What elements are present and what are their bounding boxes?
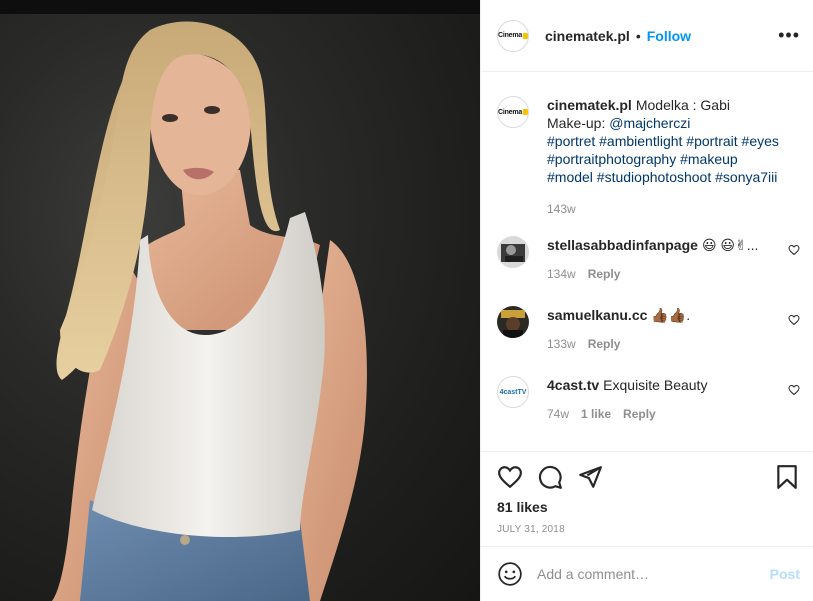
avatar[interactable]: [497, 306, 529, 338]
comment-body: 😃 😃✌...: [701, 237, 759, 253]
comment-text: 4cast.tv Exquisite Beauty: [547, 376, 767, 394]
caption-meta: 143w: [547, 202, 797, 216]
hashtag-line[interactable]: #model #studiophotoshoot #sonya7iii: [547, 169, 777, 185]
comment-meta: 74w 1 like Reply: [547, 407, 767, 421]
comments-list[interactable]: Cinema cinematek.pl Modelka : Gabi Make-u…: [481, 72, 813, 451]
comment-timestamp[interactable]: 74w: [547, 407, 569, 421]
caption-line: Make-up:: [547, 115, 610, 131]
comment-username[interactable]: stellasabbadinfanpage: [547, 237, 698, 253]
cinematek-logo-text: Cinema: [498, 108, 523, 116]
add-comment-bar: Post: [481, 546, 813, 601]
caption-text: cinematek.pl Modelka : Gabi Make-up: @maj…: [547, 96, 797, 186]
model-portrait-illustration: [52, 21, 367, 601]
avatar-image: [497, 306, 529, 338]
post-comment-button[interactable]: Post: [770, 566, 800, 582]
reply-button[interactable]: Reply: [623, 407, 656, 421]
emoji-icon[interactable]: [497, 561, 523, 587]
comment-item: 4castTV 4cast.tv Exquisite Beauty 74w 1 l…: [497, 376, 802, 421]
comment-timestamp[interactable]: 133w: [547, 337, 576, 351]
comment-text: stellasabbadinfanpage 😃 😃✌...: [547, 236, 767, 254]
comment-username[interactable]: 4cast.tv: [547, 377, 599, 393]
comment-text: samuelkanu.cc 👍🏾👍🏾.: [547, 306, 767, 324]
likes-count[interactable]: 81 likes: [497, 499, 548, 515]
bookmark-icon[interactable]: [774, 464, 800, 490]
post-photo[interactable]: [0, 0, 480, 601]
comment-body: Exquisite Beauty: [603, 377, 708, 393]
heart-icon[interactable]: [497, 464, 523, 490]
header-separator: •: [635, 27, 641, 44]
post-author-username[interactable]: cinematek.pl: [545, 28, 630, 44]
caption: Cinema cinematek.pl Modelka : Gabi Make-u…: [497, 96, 802, 216]
cinematek-avatar[interactable]: Cinema: [497, 19, 529, 52]
cinematek-avatar[interactable]: Cinema: [497, 96, 529, 128]
caption-line: Modelka : Gabi: [635, 97, 730, 113]
post-header: Cinema cinematek.pl • Follow •••: [481, 0, 813, 72]
reply-button[interactable]: Reply: [588, 267, 621, 281]
hashtag-line[interactable]: #portraitphotography #makeup: [547, 151, 738, 167]
comment-likes-count[interactable]: 1 like: [581, 407, 611, 421]
caption-username[interactable]: cinematek.pl: [547, 97, 632, 113]
share-icon[interactable]: [577, 464, 603, 490]
avatar-image: [497, 236, 529, 268]
comment-meta: 134w Reply: [547, 267, 767, 281]
comment-meta: 133w Reply: [547, 337, 767, 351]
follow-button[interactable]: Follow: [647, 28, 691, 44]
caption-timestamp[interactable]: 143w: [547, 202, 576, 216]
comment-item: samuelkanu.cc 👍🏾👍🏾. 133w Reply: [497, 306, 802, 351]
cinematek-logo-box: [523, 109, 528, 115]
post-modal: Cinema cinematek.pl • Follow ••• Cinema …: [0, 0, 813, 601]
comment-timestamp[interactable]: 134w: [547, 267, 576, 281]
reply-button[interactable]: Reply: [588, 337, 621, 351]
comment-icon[interactable]: [537, 464, 563, 490]
mention-link[interactable]: @majcherczi: [609, 115, 690, 131]
comment-like-icon[interactable]: [788, 314, 800, 326]
comment-username[interactable]: samuelkanu.cc: [547, 307, 647, 323]
more-options-icon[interactable]: •••: [778, 26, 800, 44]
comment-input[interactable]: [537, 566, 757, 582]
post-date[interactable]: July 31, 2018: [497, 524, 565, 535]
comment-body: 👍🏾👍🏾.: [651, 307, 691, 323]
post-side-panel: Cinema cinematek.pl • Follow ••• Cinema …: [480, 0, 813, 601]
avatar[interactable]: 4castTV: [497, 376, 529, 408]
comment-like-icon[interactable]: [788, 384, 800, 396]
comment-item: stellasabbadinfanpage 😃 😃✌... 134w Reply: [497, 236, 802, 281]
cinematek-logo-text: Cinema: [498, 32, 523, 39]
avatar[interactable]: [497, 236, 529, 268]
fourcast-logo-text: 4castTV: [499, 388, 527, 396]
post-actions: 81 likes July 31, 2018: [481, 451, 813, 546]
cinematek-logo-box: [523, 32, 528, 39]
comment-like-icon[interactable]: [788, 244, 800, 256]
hashtag-line[interactable]: #portret #ambientlight #portrait #eyes: [547, 133, 779, 149]
